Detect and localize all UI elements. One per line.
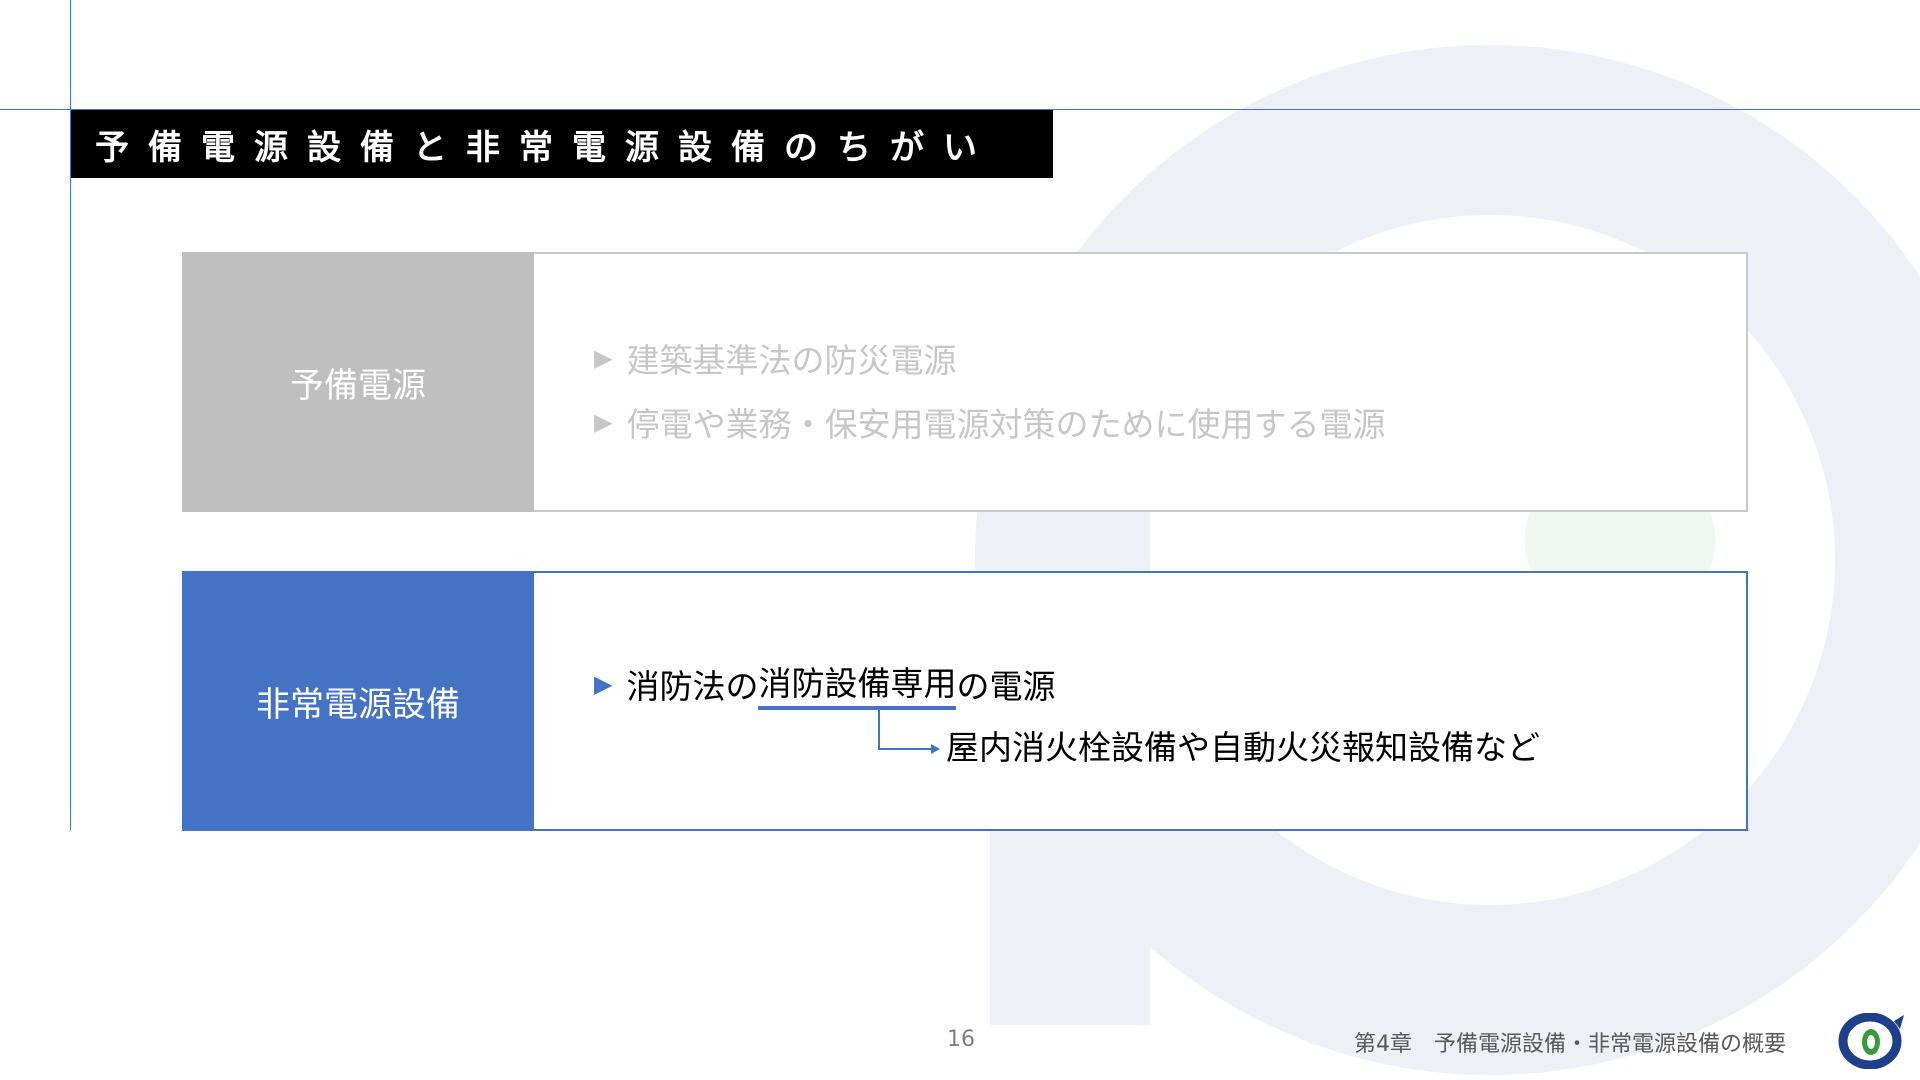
backup-power-content: ▶ 建築基準法の防災電源 ▶ 停電や業務・保安用電源対策のために使用する電源 xyxy=(534,254,1746,510)
backup-power-row: 予備電源 ▶ 建築基準法の防災電源 ▶ 停電や業務・保安用電源対策のために使用す… xyxy=(182,252,1748,512)
bullet-text: 建築基準法の防災電源 xyxy=(626,341,957,380)
triangle-right-icon: ▶ xyxy=(594,344,613,372)
emergency-power-row: 非常電源設備 ▶ 消防法の 消防設備専用 の電源 屋内消火栓設備や自動火災報知設備な… xyxy=(182,571,1748,831)
bullet-text: 停電や業務・保安用電源対策のために使用する電源 xyxy=(626,405,1386,444)
connector-arrow-icon xyxy=(878,707,940,754)
page-number: 16 xyxy=(947,1027,975,1052)
example-note: 屋内消火栓設備や自動火災報知設備など xyxy=(946,728,1540,767)
list-item: ▶ 停電や業務・保安用電源対策のために使用する電源 xyxy=(594,398,1385,446)
slide-title: 予備電源設備と非常電源設備のちがい xyxy=(71,110,1053,178)
footer-chapter-title: 第4章 予備電源設備・非常電源設備の概要 xyxy=(1354,1032,1786,1057)
list-item: ▶ 建築基準法の防災電源 xyxy=(594,334,956,382)
emergency-power-label: 非常電源設備 xyxy=(182,571,534,831)
company-logo xyxy=(1838,1013,1904,1069)
emergency-power-content: ▶ 消防法の 消防設備専用 の電源 屋内消火栓設備や自動火災報知設備など xyxy=(534,573,1746,829)
triangle-right-icon: ▶ xyxy=(594,408,613,436)
backup-power-label: 予備電源 xyxy=(182,252,534,512)
